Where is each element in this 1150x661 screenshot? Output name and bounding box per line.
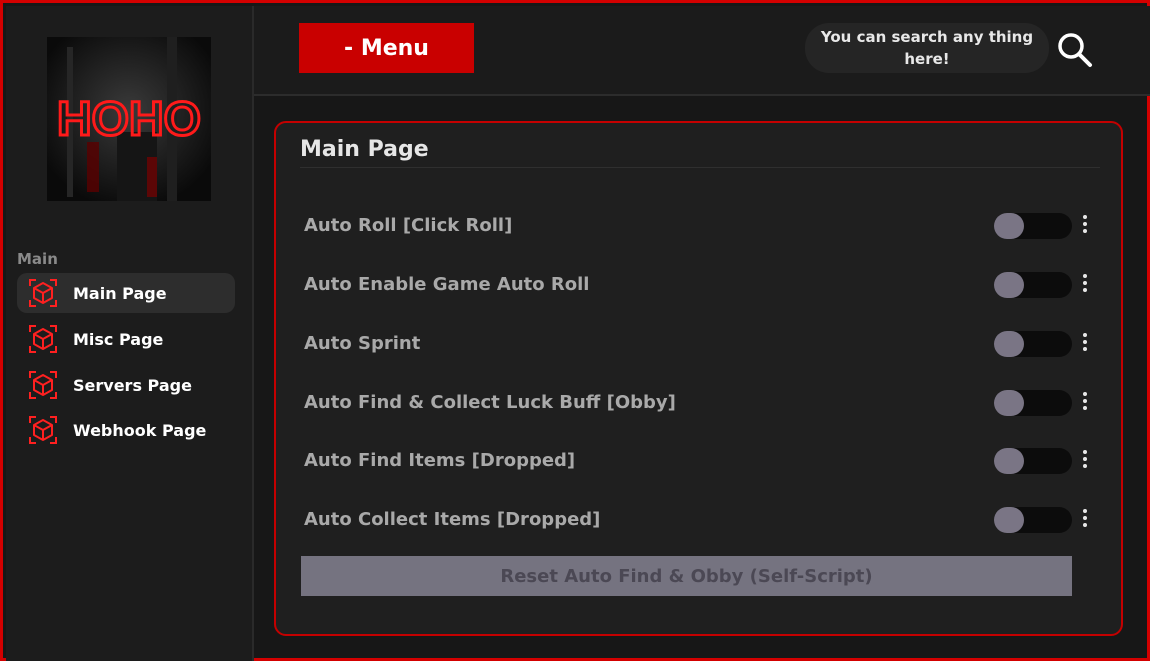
logo-text: HOHO <box>57 93 201 146</box>
sidebar: HOHO Main Main Page Misc Page Servers Pa… <box>6 6 254 661</box>
toggle-label: Auto Find & Collect Luck Buff [Obby] <box>304 392 676 413</box>
reset-button[interactable]: Reset Auto Find & Obby (Self-Script) <box>301 556 1072 596</box>
sidebar-item-main-page[interactable]: Main Page <box>17 273 235 313</box>
toggle-row: Auto Enable Game Auto Roll <box>304 267 1096 303</box>
toggle-label: Auto Find Items [Dropped] <box>304 450 576 471</box>
more-options-icon[interactable] <box>1078 447 1092 473</box>
toggle-switch[interactable] <box>994 390 1072 416</box>
search-input[interactable]: You can search any thing here! <box>805 23 1049 73</box>
sidebar-item-label: Misc Page <box>73 329 164 349</box>
more-options-icon[interactable] <box>1078 212 1092 238</box>
toggle-label: Auto Collect Items [Dropped] <box>304 509 601 530</box>
toggle-switch[interactable] <box>994 507 1072 533</box>
toggle-row: Auto Find & Collect Luck Buff [Obby] <box>304 385 1096 421</box>
menu-button[interactable]: - Menu <box>299 23 474 73</box>
toggle-row: Auto Find Items [Dropped] <box>304 443 1096 479</box>
toggle-row: Auto Collect Items [Dropped] <box>304 502 1096 538</box>
toggle-knob <box>994 390 1024 416</box>
sidebar-section-label: Main <box>17 250 58 268</box>
sidebar-item-label: Servers Page <box>73 375 192 395</box>
toggle-switch[interactable] <box>994 448 1072 474</box>
logo: HOHO <box>47 37 211 201</box>
main-panel: Main Page Auto Roll [Click Roll] Auto En… <box>274 121 1123 636</box>
divider <box>300 167 1100 168</box>
app-window: HOHO Main Main Page Misc Page Servers Pa… <box>0 0 1150 661</box>
sidebar-item-misc-page[interactable]: Misc Page <box>17 319 235 359</box>
toggle-switch[interactable] <box>994 272 1072 298</box>
header: - Menu You can search any thing here! <box>254 6 1150 96</box>
toggle-knob <box>994 272 1024 298</box>
cube-icon <box>27 323 59 355</box>
more-options-icon[interactable] <box>1078 271 1092 297</box>
cube-icon <box>27 369 59 401</box>
cube-icon <box>27 414 59 446</box>
more-options-icon[interactable] <box>1078 389 1092 415</box>
sidebar-item-servers-page[interactable]: Servers Page <box>17 365 235 405</box>
toggle-knob <box>994 331 1024 357</box>
toggle-switch[interactable] <box>994 213 1072 239</box>
cube-icon <box>27 277 59 309</box>
sidebar-item-webhook-page[interactable]: Webhook Page <box>17 410 235 450</box>
toggle-row: Auto Roll [Click Roll] <box>304 208 1096 244</box>
toggle-label: Auto Roll [Click Roll] <box>304 215 513 236</box>
logo-image: HOHO <box>47 37 211 201</box>
toggle-label: Auto Enable Game Auto Roll <box>304 274 590 295</box>
toggle-knob <box>994 448 1024 474</box>
toggle-knob <box>994 507 1024 533</box>
toggle-row: Auto Sprint <box>304 326 1096 362</box>
toggle-knob <box>994 213 1024 239</box>
more-options-icon[interactable] <box>1078 330 1092 356</box>
toggle-switch[interactable] <box>994 331 1072 357</box>
sidebar-item-label: Webhook Page <box>73 420 207 440</box>
sidebar-item-label: Main Page <box>73 283 167 303</box>
toggle-label: Auto Sprint <box>304 333 421 354</box>
search-icon[interactable] <box>1053 28 1097 72</box>
page-title: Main Page <box>300 137 429 162</box>
more-options-icon[interactable] <box>1078 506 1092 532</box>
